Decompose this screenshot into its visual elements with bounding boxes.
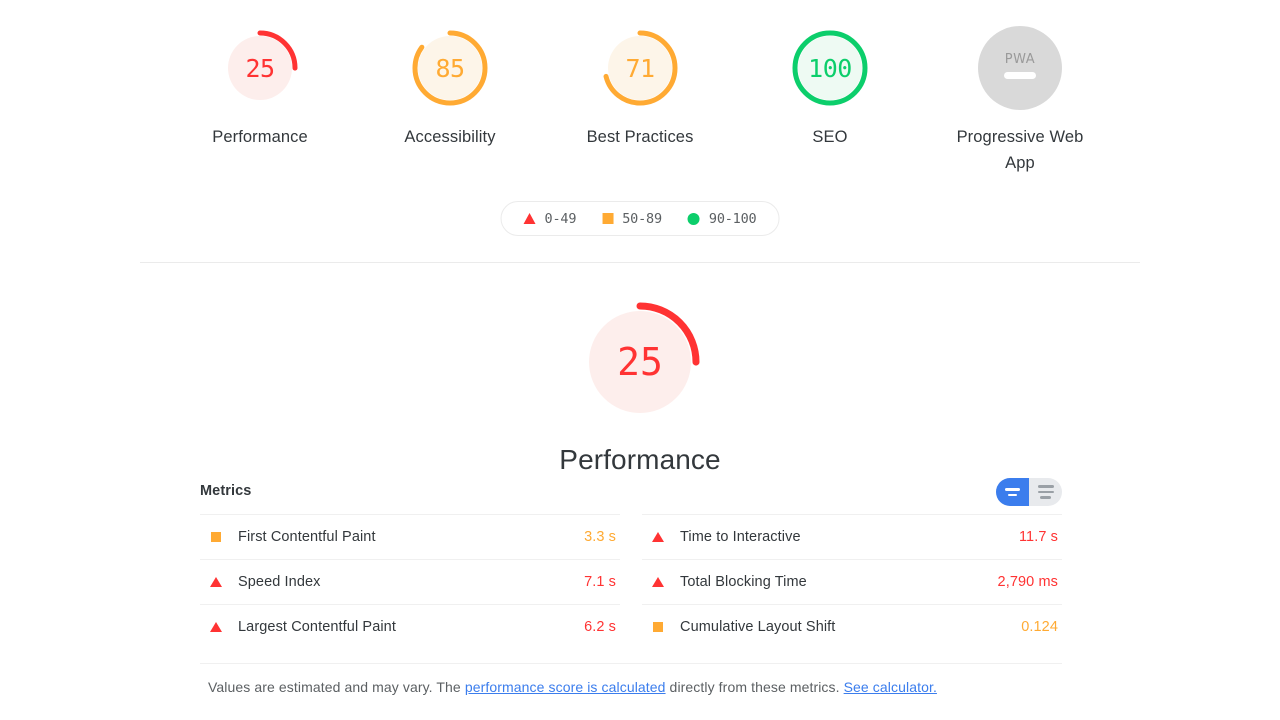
- metrics-section: Metrics First Contentful Paint 3.3 s Spe…: [200, 478, 1062, 698]
- triangle-icon: [208, 577, 224, 587]
- metric-name: Time to Interactive: [680, 529, 801, 545]
- section-divider: [140, 262, 1140, 263]
- category-header: 25 Performance: [0, 296, 1280, 476]
- score-item-seo[interactable]: 100 SEO: [765, 26, 895, 150]
- triangle-icon: [523, 213, 536, 224]
- pwa-badge-icon: PWA: [978, 26, 1062, 110]
- score-gauges-strip: 25 Performance 85 Accessibility 71 Best …: [0, 26, 1280, 177]
- legend-item-pass: 90-100: [687, 210, 757, 227]
- score-item-best-practices[interactable]: 71 Best Practices: [575, 26, 705, 150]
- metrics-footnote: Values are estimated and may vary. The p…: [200, 663, 1062, 698]
- gauge-seo: 100: [788, 26, 872, 110]
- metric-row[interactable]: Total Blocking Time 2,790 ms: [642, 559, 1062, 604]
- score-label-pwa: Progressive Web App: [956, 128, 1084, 173]
- pwa-logo-text: PWA: [1004, 52, 1036, 67]
- metric-value: 0.124: [1021, 619, 1058, 635]
- legend-range-pass: 90-100: [708, 210, 757, 227]
- square-icon: [602, 213, 614, 224]
- metric-value: 6.2 s: [584, 619, 616, 635]
- metric-row[interactable]: First Contentful Paint 3.3 s: [200, 514, 620, 559]
- gauge-category-value: 25: [617, 340, 663, 384]
- metric-name: Largest Contentful Paint: [238, 619, 396, 635]
- view-toggle[interactable]: [996, 478, 1062, 506]
- metric-name: Total Blocking Time: [680, 574, 807, 590]
- score-label-accessibility: Accessibility: [404, 128, 496, 146]
- gauge-seo-value: 100: [808, 53, 852, 83]
- score-label-seo: SEO: [812, 128, 848, 146]
- performance-score-calculated-link[interactable]: performance score is calculated: [465, 679, 666, 695]
- gauge-performance: 25: [218, 26, 302, 110]
- score-item-performance[interactable]: 25 Performance: [195, 26, 325, 150]
- metric-name: Cumulative Layout Shift: [680, 619, 836, 635]
- footnote-text-middle: directly from these metrics.: [665, 679, 844, 695]
- gauge-best-practices: 71: [598, 26, 682, 110]
- metric-row[interactable]: Speed Index 7.1 s: [200, 559, 620, 604]
- metric-name: Speed Index: [238, 574, 321, 590]
- pwa-dash-icon: [1004, 72, 1036, 79]
- legend-item-average: 50-89: [602, 211, 662, 227]
- gauge-best-practices-value: 71: [625, 53, 655, 83]
- metrics-column-left: First Contentful Paint 3.3 s Speed Index…: [200, 514, 620, 649]
- metrics-heading: Metrics: [200, 483, 252, 499]
- square-icon: [208, 532, 224, 542]
- triangle-icon: [208, 622, 224, 632]
- metric-value: 11.7 s: [1018, 529, 1058, 545]
- square-icon: [650, 622, 666, 632]
- gauge-accessibility-value: 85: [435, 53, 465, 83]
- gauge-performance-value: 25: [245, 53, 275, 83]
- score-label-performance: Performance: [212, 128, 308, 146]
- toggle-simple-view-button[interactable]: [996, 478, 1029, 506]
- score-item-pwa[interactable]: PWA Progressive Web App: [955, 26, 1085, 177]
- footnote-text-before: Values are estimated and may vary. The: [208, 679, 465, 695]
- metric-row[interactable]: Time to Interactive 11.7 s: [642, 514, 1062, 559]
- lighthouse-report: 25 Performance 85 Accessibility 71 Best …: [0, 0, 1280, 720]
- legend-range-average: 50-89: [622, 210, 662, 227]
- circle-icon: [687, 212, 700, 225]
- metrics-grid: First Contentful Paint 3.3 s Speed Index…: [200, 514, 1062, 649]
- metric-row[interactable]: Largest Contentful Paint 6.2 s: [200, 604, 620, 649]
- metric-value: 2,790 ms: [997, 574, 1058, 590]
- gauge-category-performance: 25: [574, 296, 706, 428]
- score-label-best-practices: Best Practices: [586, 128, 694, 146]
- score-item-accessibility[interactable]: 85 Accessibility: [385, 26, 515, 150]
- gauge-accessibility: 85: [408, 26, 492, 110]
- metric-value: 7.1 s: [584, 574, 616, 590]
- triangle-icon: [650, 577, 666, 587]
- triangle-icon: [650, 532, 666, 542]
- metric-value: 3.3 s: [584, 529, 616, 545]
- toggle-line-icon: [1037, 490, 1054, 494]
- metrics-topbar: Metrics: [200, 478, 1062, 510]
- toggle-bar-icon: [1008, 493, 1017, 496]
- toggle-line-icon: [1037, 485, 1054, 488]
- see-calculator-link[interactable]: See calculator.: [844, 679, 937, 695]
- toggle-line-icon: [1040, 496, 1051, 499]
- metrics-column-right: Time to Interactive 11.7 s Total Blockin…: [642, 514, 1062, 649]
- metric-name: First Contentful Paint: [238, 529, 376, 545]
- score-legend: 0-49 50-89 90-100: [500, 201, 780, 236]
- toggle-detail-view-button[interactable]: [1029, 478, 1062, 506]
- toggle-bar-icon: [1005, 488, 1020, 491]
- page-title: Performance: [559, 444, 721, 475]
- legend-range-fail: 0-49: [544, 210, 577, 227]
- metric-row[interactable]: Cumulative Layout Shift 0.124: [642, 604, 1062, 649]
- legend-item-fail: 0-49: [523, 210, 577, 227]
